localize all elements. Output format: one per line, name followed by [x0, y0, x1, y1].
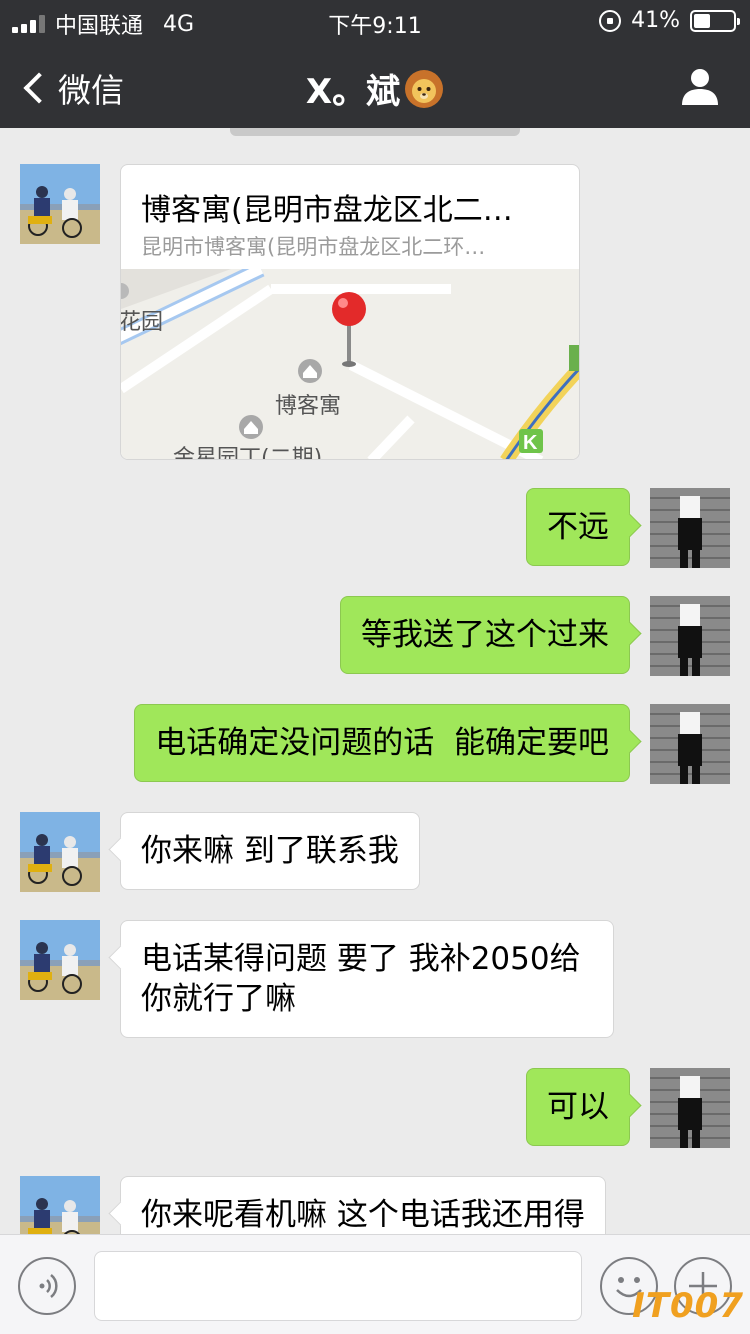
message-bubble[interactable]: 你来嘛 到了联系我 — [120, 812, 420, 890]
my-avatar[interactable] — [650, 488, 730, 568]
battery-percent: 41% — [631, 8, 680, 33]
location-address: 昆明市博客寓(昆明市盘龙区北二环… — [141, 235, 486, 259]
input-bar: IT007 — [0, 1234, 750, 1334]
voice-icon — [39, 1274, 58, 1298]
chat-header: 微信 X。斌 — [0, 42, 750, 128]
location-title: 博客寓(昆明市盘龙区北二… — [141, 193, 513, 228]
message-input[interactable] — [94, 1251, 582, 1321]
my-avatar[interactable] — [650, 704, 730, 784]
contact-avatar[interactable] — [20, 920, 100, 1000]
rotation-lock-icon — [599, 9, 622, 32]
contact-avatar[interactable] — [20, 164, 100, 244]
status-right: 41% — [599, 8, 740, 33]
status-bar: 中国联通 4G 下午9:11 41% — [0, 0, 750, 42]
contact-avatar[interactable] — [20, 1176, 100, 1234]
location-message[interactable]: 博客寓(昆明市盘龙区北二… 昆明市博客寓(昆明市盘龙区北二环… K 花园 博客寓… — [120, 164, 580, 460]
kfc-marker: K — [523, 432, 538, 454]
battery-icon — [690, 9, 740, 32]
map-label-garden: 花园 — [121, 310, 163, 335]
message-line: 电话某得问题 要了 我补2050给 — [141, 941, 581, 977]
pull-indicator — [230, 128, 520, 136]
chat-title-text: X。斌 — [305, 72, 401, 112]
profile-icon[interactable] — [680, 66, 720, 106]
map-label-place: 博客寓 — [275, 394, 341, 419]
message-line: 你就行了嘛 — [141, 981, 296, 1017]
voice-button[interactable] — [18, 1257, 76, 1315]
message-bubble[interactable]: 等我送了这个过来 — [340, 596, 630, 674]
chat-title: X。斌 — [0, 64, 750, 113]
message-bubble[interactable]: 不远 — [526, 488, 630, 566]
battery-fill — [694, 13, 710, 28]
watermark-logo: IT007 — [632, 1286, 744, 1326]
contact-avatar[interactable] — [20, 812, 100, 892]
lion-emoji-icon — [405, 70, 444, 108]
map-label-partial: 金星园丁(二期) — [173, 446, 322, 460]
message-bubble[interactable]: 电话确定没问题的话 能确定要吧 — [134, 704, 630, 782]
my-avatar[interactable] — [650, 596, 730, 676]
message-bubble[interactable]: 可以 — [526, 1068, 630, 1146]
location-map: K 花园 博客寓 金星园丁(二期) — [121, 269, 579, 460]
message-bubble[interactable]: 你来呢看机嘛 这个电话我还用得 — [120, 1176, 606, 1234]
my-avatar[interactable] — [650, 1068, 730, 1148]
chat-area[interactable]: 博客寓(昆明市盘龙区北二… 昆明市博客寓(昆明市盘龙区北二环… K 花园 博客寓… — [0, 136, 750, 1234]
message-bubble[interactable]: 电话某得问题 要了 我补2050给 你就行了嘛 — [120, 920, 614, 1038]
